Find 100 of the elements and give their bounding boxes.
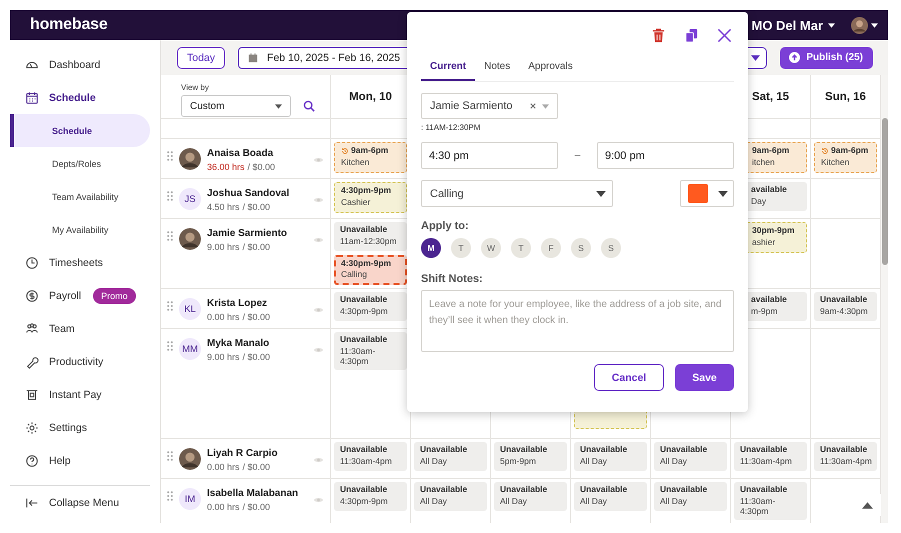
unavailable-time: 11:30am-4pm <box>820 456 872 467</box>
nav-item[interactable]: Schedule <box>10 81 160 114</box>
help-icon <box>25 454 39 468</box>
nav-label: Dashboard <box>49 58 100 70</box>
unavailable-time: All Day <box>660 496 688 507</box>
eye-icon[interactable] <box>313 196 324 204</box>
nav-item[interactable]: Productivity <box>10 345 160 378</box>
employee-pay: / $0.00 <box>242 242 270 252</box>
day-toggle[interactable]: S <box>601 238 621 258</box>
clear-icon[interactable] <box>530 103 536 109</box>
shift-role: Cashier <box>341 198 372 208</box>
role-select[interactable]: Calling <box>421 180 613 207</box>
eye-icon[interactable] <box>313 236 324 244</box>
eye-icon[interactable] <box>313 496 324 504</box>
copy-icon[interactable] <box>684 28 699 42</box>
unavailable-label: Unavailable <box>340 295 388 305</box>
collapse-icon <box>25 496 39 510</box>
trash-icon[interactable] <box>651 28 666 42</box>
nav-label: Timesheets <box>49 256 103 268</box>
employee-name: Joshua Sandoval <box>207 188 290 199</box>
tab[interactable]: Notes <box>475 55 520 81</box>
location-dropdown[interactable]: MO Del Mar <box>751 18 835 32</box>
collapse-menu-button[interactable]: Collapse Menu <box>10 486 160 519</box>
search-icon[interactable] <box>303 100 315 112</box>
drag-handle-icon[interactable] <box>167 341 173 352</box>
nav-item[interactable]: Payroll Promo <box>10 279 160 312</box>
day-toggle[interactable]: F <box>541 238 561 258</box>
drag-handle-icon[interactable] <box>167 231 173 241</box>
nav-item[interactable]: Team <box>10 312 160 345</box>
shift-time: 4:30pm-9pm <box>341 258 392 268</box>
drag-handle-icon[interactable] <box>167 491 173 502</box>
nav-subitem[interactable]: Schedule <box>10 114 150 147</box>
avatar-initials: JS <box>179 188 201 210</box>
employee-name: Liyah R Carpio <box>207 448 279 460</box>
shift-time: 30pm-9pm <box>752 226 795 236</box>
employee-pay: / $0.00 <box>242 312 270 322</box>
tab[interactable]: Approvals <box>519 55 582 81</box>
drag-handle-icon[interactable] <box>167 151 173 161</box>
tab[interactable]: Current <box>421 55 476 81</box>
shift-card[interactable]: 9am-6pm Kitchen <box>814 142 877 173</box>
close-icon[interactable] <box>717 28 732 42</box>
apply-to-label: Apply to: <box>421 220 470 232</box>
nav-label: Productivity <box>49 356 104 368</box>
employee-hours: 0.00 hrs <box>207 462 240 472</box>
avatar <box>179 448 201 470</box>
eye-icon[interactable] <box>313 456 324 464</box>
day-toggle[interactable]: T <box>451 238 471 258</box>
nav-subitem[interactable]: My Availability <box>10 213 150 246</box>
save-button[interactable]: Save <box>675 364 734 391</box>
wrench-icon <box>25 354 39 368</box>
caret-icon <box>718 190 728 196</box>
unavailable-time: 4:30pm-9pm <box>340 306 389 317</box>
view-by-select[interactable]: Custom <box>181 95 291 117</box>
avatar[interactable] <box>851 16 868 34</box>
unavailable-time: 5pm-9pm <box>500 456 537 467</box>
nav-item[interactable]: Timesheets <box>10 246 160 279</box>
drag-handle-icon[interactable] <box>167 451 173 462</box>
employee-hours: 9.00 hrs <box>207 352 240 362</box>
eye-icon[interactable] <box>313 306 324 314</box>
nav-subitem[interactable]: Team Availability <box>10 180 150 213</box>
scrollbar[interactable] <box>882 118 888 265</box>
day-toggle[interactable]: S <box>571 238 591 258</box>
day-toggle[interactable]: W <box>481 238 501 258</box>
avatar <box>179 228 201 250</box>
unavailable-time: All Day <box>660 456 688 467</box>
start-time-field[interactable]: 4:30 pm <box>421 142 558 169</box>
end-time-field[interactable]: 9:00 pm <box>597 142 734 169</box>
shift-card[interactable]: 9am-6pm Kitchen <box>334 142 407 173</box>
avatar <box>179 148 201 170</box>
caret-icon <box>596 190 606 196</box>
unavailable-time: 11:30am-4:30pm <box>340 346 376 366</box>
drag-handle-icon[interactable] <box>167 191 173 201</box>
unavailable-label: Unavailable <box>340 335 388 345</box>
employee-hours: 0.00 hrs <box>207 312 240 322</box>
employee-name: Myka Manalo <box>207 338 270 350</box>
unavailable-label: available <box>751 295 788 305</box>
shift-card[interactable]: 4:30pm-9pm Cashier <box>334 182 407 213</box>
shift-role: Kitchen <box>341 158 370 168</box>
eye-icon[interactable] <box>313 156 324 164</box>
nav-subitem[interactable]: Depts/Roles <box>10 147 150 180</box>
shift-card[interactable]: 4:30pm-9pm Calling <box>334 254 407 286</box>
unavailable-label: Unavailable <box>740 445 788 455</box>
employee-name: Anaisa Boada <box>207 148 274 159</box>
nav-item[interactable]: Dashboard <box>10 48 160 81</box>
nav-item[interactable]: Settings <box>10 411 160 444</box>
nav-item[interactable]: Instant Pay <box>10 378 160 411</box>
eye-icon[interactable] <box>313 346 324 354</box>
nav-item[interactable]: Help <box>10 444 160 477</box>
employee-select[interactable]: Jamie Sarmiento <box>421 93 558 119</box>
drag-handle-icon[interactable] <box>167 301 173 312</box>
color-picker[interactable] <box>680 180 734 207</box>
caret-icon <box>751 54 760 60</box>
cancel-button[interactable]: Cancel <box>594 364 664 391</box>
shift-notes-field[interactable]: Leave a note for your employee, like the address of a job site, and they’ll see it when they clock in. <box>421 290 734 352</box>
day-toggle[interactable]: T <box>511 238 531 258</box>
publish-button[interactable]: Publish (25) <box>780 46 873 68</box>
day-toggle[interactable]: M <box>421 238 441 258</box>
caret-icon <box>542 104 549 108</box>
today-button[interactable]: Today <box>177 46 226 68</box>
employee-name: Isabella Malabanan <box>207 488 300 500</box>
